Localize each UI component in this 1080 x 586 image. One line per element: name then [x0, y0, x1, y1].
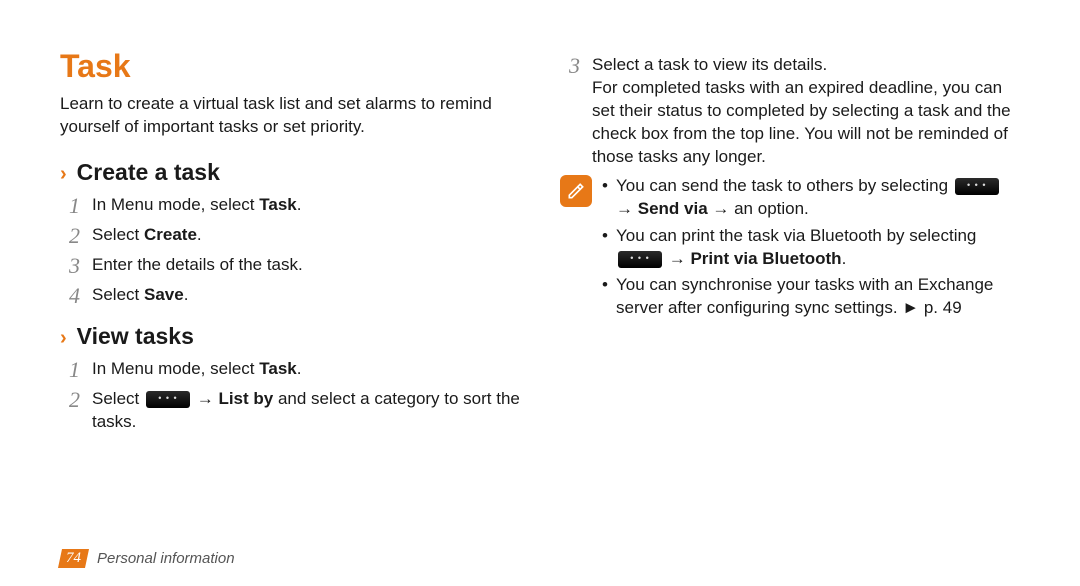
step-text: Enter the details of the task. — [92, 254, 520, 277]
step-text-line2: For completed tasks with an expired dead… — [592, 77, 1020, 169]
step-text: Select — [92, 285, 144, 304]
view-step-1: 1 In Menu mode, select Task. — [60, 358, 520, 382]
bold-send-via: Send via — [638, 199, 708, 218]
note-list: You can send the task to others by selec… — [602, 175, 1020, 325]
right-column: 3 Select a task to view its details. For… — [560, 48, 1020, 520]
subheading-create-label: Create a task — [77, 159, 220, 186]
arrow: → — [616, 199, 638, 218]
step-text-post: . — [297, 359, 302, 378]
create-step-1: 1 In Menu mode, select Task. — [60, 194, 520, 218]
step-number: 1 — [60, 194, 80, 218]
step-number: 2 — [60, 388, 80, 412]
view-step-3: 3 Select a task to view its details. For… — [560, 54, 1020, 169]
step-number: 2 — [60, 224, 80, 248]
create-step-2: 2 Select Create. — [60, 224, 520, 248]
subheading-view-label: View tasks — [77, 323, 194, 350]
step-text: Select — [92, 225, 144, 244]
create-step-3: 3 Enter the details of the task. — [60, 254, 520, 278]
subheading-view: › View tasks — [60, 323, 520, 350]
page-number: 74 — [58, 549, 89, 568]
arrow: → — [664, 249, 690, 268]
left-column: Task Learn to create a virtual task list… — [60, 48, 520, 520]
step-number: 1 — [60, 358, 80, 382]
main-title: Task — [60, 48, 520, 85]
step-number: 3 — [60, 254, 80, 278]
note-text: You can print the task via Bluetooth by … — [616, 226, 976, 245]
step-text: Select — [92, 389, 144, 408]
note-item-sync: You can synchronise your tasks with an E… — [602, 274, 1020, 320]
bold-print-bluetooth: Print via Bluetooth — [690, 249, 841, 268]
step-text: In Menu mode, select — [92, 359, 259, 378]
step-number: 3 — [560, 54, 580, 78]
more-options-icon — [955, 178, 999, 195]
bold-list-by: List by — [218, 389, 273, 408]
view-step-2: 2 Select → List by and select a category… — [60, 388, 520, 434]
step-text-post: . — [197, 225, 202, 244]
note-text-post: → an option. — [708, 199, 809, 218]
note-text: You can send the task to others by selec… — [616, 176, 953, 195]
arrow: → — [192, 389, 218, 408]
bold-task: Task — [259, 195, 297, 214]
note-text-post: . — [842, 249, 847, 268]
note-item-print: You can print the task via Bluetooth by … — [602, 225, 1020, 271]
more-options-icon — [618, 251, 662, 268]
note-item-send: You can send the task to others by selec… — [602, 175, 1020, 221]
step-text-post: . — [297, 195, 302, 214]
bold-save: Save — [144, 285, 184, 304]
bold-create: Create — [144, 225, 197, 244]
bold-task: Task — [259, 359, 297, 378]
step-number: 4 — [60, 284, 80, 308]
chevron-icon: › — [60, 327, 67, 350]
more-options-icon — [146, 391, 190, 408]
subheading-create: › Create a task — [60, 159, 520, 186]
note-icon — [560, 175, 592, 207]
step-text-line1: Select a task to view its details. — [592, 54, 1020, 77]
step-text-post: . — [184, 285, 189, 304]
create-step-4: 4 Select Save. — [60, 284, 520, 308]
chevron-icon: › — [60, 163, 67, 186]
intro-text: Learn to create a virtual task list and … — [60, 93, 520, 139]
step-text: In Menu mode, select — [92, 195, 259, 214]
note-block: You can send the task to others by selec… — [560, 175, 1020, 325]
section-name: Personal information — [97, 550, 235, 567]
page-footer: 74 Personal information — [60, 549, 235, 568]
